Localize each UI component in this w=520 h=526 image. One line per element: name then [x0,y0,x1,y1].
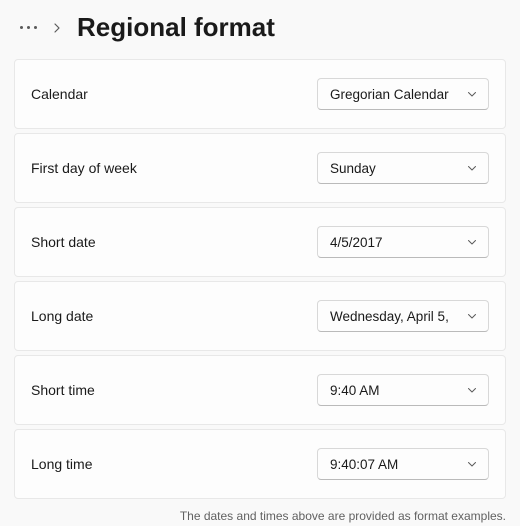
chevron-right-icon [49,20,65,36]
setting-long-date: Long date Wednesday, April 5, [14,281,506,351]
dropdown-value: Wednesday, April 5, [330,309,460,324]
setting-first-day-of-week: First day of week Sunday [14,133,506,203]
dropdown-value: Sunday [330,161,460,176]
calendar-dropdown[interactable]: Gregorian Calendar [317,78,489,110]
setting-label: Short time [31,382,95,398]
more-icon[interactable] [16,22,41,33]
short-date-dropdown[interactable]: 4/5/2017 [317,226,489,258]
dropdown-value: 4/5/2017 [330,235,460,250]
setting-label: First day of week [31,160,137,176]
long-time-dropdown[interactable]: 9:40:07 AM [317,448,489,480]
setting-calendar: Calendar Gregorian Calendar [14,59,506,129]
dropdown-value: Gregorian Calendar [330,87,460,102]
setting-label: Long time [31,456,92,472]
setting-label: Calendar [31,86,88,102]
setting-long-time: Long time 9:40:07 AM [14,429,506,499]
dropdown-value: 9:40:07 AM [330,457,460,472]
short-time-dropdown[interactable]: 9:40 AM [317,374,489,406]
header: Regional format [0,0,520,59]
chevron-down-icon [466,310,478,322]
chevron-down-icon [466,88,478,100]
chevron-down-icon [466,384,478,396]
chevron-down-icon [466,458,478,470]
chevron-down-icon [466,236,478,248]
chevron-down-icon [466,162,478,174]
footnote: The dates and times above are provided a… [0,503,520,523]
first-day-dropdown[interactable]: Sunday [317,152,489,184]
settings-list: Calendar Gregorian Calendar First day of… [0,59,520,499]
setting-label: Long date [31,308,93,324]
setting-label: Short date [31,234,96,250]
page-title: Regional format [77,12,275,43]
long-date-dropdown[interactable]: Wednesday, April 5, [317,300,489,332]
setting-short-date: Short date 4/5/2017 [14,207,506,277]
dropdown-value: 9:40 AM [330,383,460,398]
setting-short-time: Short time 9:40 AM [14,355,506,425]
